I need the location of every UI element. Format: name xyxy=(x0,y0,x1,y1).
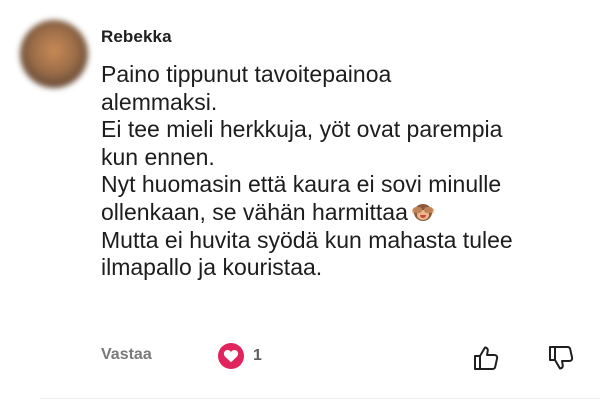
comment-line: Mutta ei huvita syödä kun mahasta tulee xyxy=(101,226,513,253)
comment-line-text: ollenkaan, se vähän harmittaa xyxy=(101,198,408,225)
see-no-evil-monkey-icon xyxy=(411,201,434,223)
comment-line: alemmaksi. xyxy=(101,88,218,115)
comment-line: kun ennen. xyxy=(101,143,215,170)
comment-line: Paino tippunut tavoitepainoa xyxy=(101,61,392,87)
comment-line: Ei tee mieli herkkuja, yöt ovat parempia xyxy=(101,116,503,143)
comment-body: Paino tippunut tavoitepainoa alemmaksi. … xyxy=(101,61,571,282)
reply-button[interactable]: Vastaa xyxy=(101,346,152,364)
comment-line: ilmapallo ja kouristaa. xyxy=(101,254,323,281)
comment-line: Nyt huomasin että kaura ei sovi minulle xyxy=(101,171,502,198)
like-count: 1 xyxy=(253,347,262,364)
thumbs-up-icon xyxy=(474,346,499,370)
comment-card: Rebekka Paino tippunut tavoitepainoa ale… xyxy=(0,0,600,402)
divider xyxy=(40,398,600,399)
thumbs-up-button[interactable] xyxy=(471,343,501,373)
thumbs-down-icon xyxy=(549,346,574,370)
heart-icon xyxy=(218,343,244,369)
avatar[interactable] xyxy=(20,20,88,88)
author-name[interactable]: Rebekka xyxy=(101,27,172,47)
like-button[interactable]: 1 xyxy=(218,343,262,369)
comment-line-with-emoji: ollenkaan, se vähän harmittaa xyxy=(101,199,571,227)
thumbs-down-button[interactable] xyxy=(546,343,576,373)
